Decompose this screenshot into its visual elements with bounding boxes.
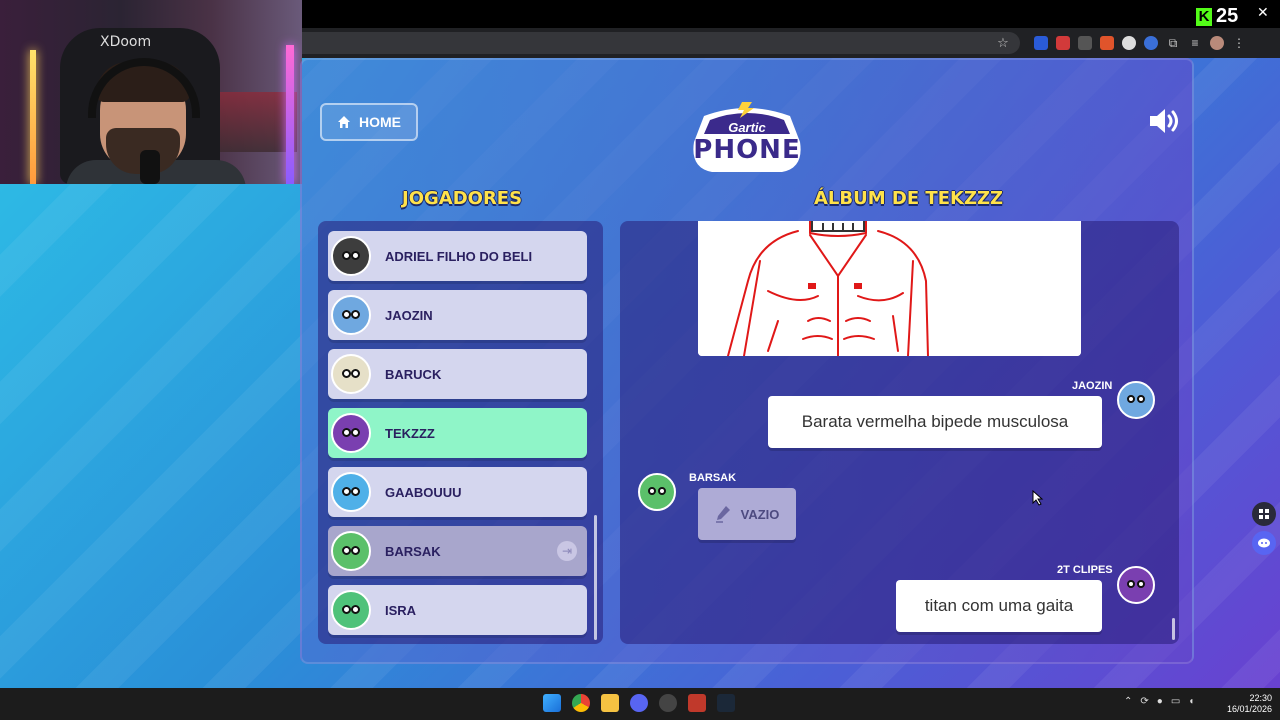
app-icon[interactable]	[688, 694, 706, 712]
speaker-icon[interactable]: ◖	[1188, 696, 1194, 707]
player-name: TEKZZZ	[385, 425, 435, 441]
chrome-icon[interactable]	[572, 694, 590, 712]
player-avatar	[331, 472, 371, 512]
webcam-overlay: XDoom	[0, 0, 302, 184]
discord-icon[interactable]	[1252, 531, 1276, 555]
message-bubble: Barata vermelha bipede musculosa	[768, 396, 1102, 448]
address-bar[interactable]	[302, 32, 1020, 54]
message-author: BARSAK	[689, 472, 737, 484]
player-drawing	[698, 221, 1081, 356]
chair-brand-logo: XDoom	[100, 34, 152, 50]
player-name: GAABOUUU	[385, 484, 462, 500]
message-bubble: titan com uma gaita	[896, 580, 1102, 632]
windows-start-icon[interactable]	[543, 694, 561, 712]
sync-icon[interactable]: ⟳	[1140, 696, 1148, 707]
player-avatar	[331, 413, 371, 453]
player-avatar	[331, 354, 371, 394]
player-row-selected[interactable]: TEKZZZ	[328, 408, 587, 458]
kick-viewer-count: 25	[1216, 5, 1239, 27]
logo-text-gartic: Gartic	[728, 119, 766, 135]
kick-logo-icon: K	[1196, 7, 1212, 26]
led-light	[30, 50, 36, 184]
player-name: BARSAK	[385, 543, 441, 559]
player-name: BARUCK	[385, 366, 442, 382]
players-list-panel[interactable]: ADRIEL FILHO DO BELI JAOZIN BARUCK TEKZZ…	[318, 221, 603, 644]
player-row[interactable]: JAOZIN	[328, 290, 587, 340]
clock-date: 16/01/2026	[1226, 704, 1272, 714]
taskbar-apps	[543, 694, 735, 712]
system-tray: ⌃ ⟳ ● ▭ ◖	[1124, 696, 1194, 707]
home-icon	[338, 116, 350, 128]
puzzle-icon[interactable]: ⧉	[1166, 36, 1180, 50]
player-name: JAOZIN	[385, 307, 433, 323]
logo-text-phone: PHONE	[693, 134, 801, 165]
player-name: ADRIEL FILHO DO BELI	[385, 248, 533, 264]
extension-icon[interactable]	[1056, 36, 1070, 50]
chevron-up-icon[interactable]: ⌃	[1124, 696, 1132, 707]
discord-taskbar-icon[interactable]	[630, 694, 648, 712]
player-avatar	[331, 236, 371, 276]
grid-widget-icon[interactable]	[1252, 502, 1276, 526]
file-explorer-icon[interactable]	[601, 694, 619, 712]
mic-icon[interactable]: ●	[1157, 696, 1163, 707]
menu-icon[interactable]: ⋮	[1232, 36, 1246, 50]
gartic-phone-logo[interactable]: Gartic PHONE	[686, 102, 808, 176]
player-name: ISRA	[385, 602, 417, 618]
message-avatar	[638, 473, 676, 511]
player-avatar	[331, 295, 371, 335]
message-author: 2T CLIPES	[1057, 564, 1113, 576]
home-label: HOME	[359, 114, 401, 130]
player-row-disconnected[interactable]: BARSAK ⇥	[328, 526, 587, 576]
players-heading: JOGADORES	[402, 188, 523, 209]
message-avatar	[1117, 381, 1155, 419]
player-row[interactable]: ADRIEL FILHO DO BELI	[328, 231, 587, 281]
empty-label: VAZIO	[740, 506, 780, 522]
empty-drawing-placeholder: VAZIO	[698, 488, 796, 540]
player-row[interactable]: GAABOUUU	[328, 467, 587, 517]
pencil-icon	[715, 506, 730, 523]
microphone	[140, 150, 160, 184]
extension-icon[interactable]	[1034, 36, 1048, 50]
extensions-bar: ☆ ⧉ ≡ ⋮	[996, 34, 1246, 52]
system-clock[interactable]: 22:30 16/01/2026	[1222, 693, 1272, 715]
player-row[interactable]: ISRA	[328, 585, 587, 635]
monitor-icon[interactable]: ▭	[1171, 696, 1180, 707]
home-button[interactable]: HOME	[320, 103, 418, 141]
extension-icon[interactable]	[1078, 36, 1092, 50]
led-light	[286, 45, 294, 184]
album-heading: ÁLBUM DE TEKZZZ	[814, 188, 1004, 209]
exit-door-icon: ⇥	[557, 541, 577, 561]
clock-time: 22:30	[1249, 693, 1272, 703]
message-avatar	[1117, 566, 1155, 604]
extension-icon[interactable]	[1100, 36, 1114, 50]
players-scrollbar[interactable]	[594, 515, 597, 640]
media-icon[interactable]: ≡	[1188, 36, 1202, 50]
kick-viewer-badge: K 25	[1196, 5, 1238, 28]
mouse-cursor-icon	[1032, 490, 1044, 506]
steam-icon[interactable]	[717, 694, 735, 712]
profile-avatar[interactable]	[1210, 36, 1224, 50]
message-author: JAOZIN	[1072, 380, 1113, 392]
player-avatar	[331, 590, 371, 630]
shelf	[215, 92, 297, 152]
speaker-volume-icon[interactable]	[1148, 106, 1182, 136]
bookmark-star-icon[interactable]: ☆	[996, 35, 1010, 50]
app-icon[interactable]	[659, 694, 677, 712]
player-avatar	[331, 531, 371, 571]
close-icon[interactable]: ✕	[1257, 4, 1269, 21]
player-row[interactable]: BARUCK	[328, 349, 587, 399]
extension-icon[interactable]	[1144, 36, 1158, 50]
album-scrollbar[interactable]	[1172, 618, 1175, 640]
extension-icon[interactable]	[1122, 36, 1136, 50]
